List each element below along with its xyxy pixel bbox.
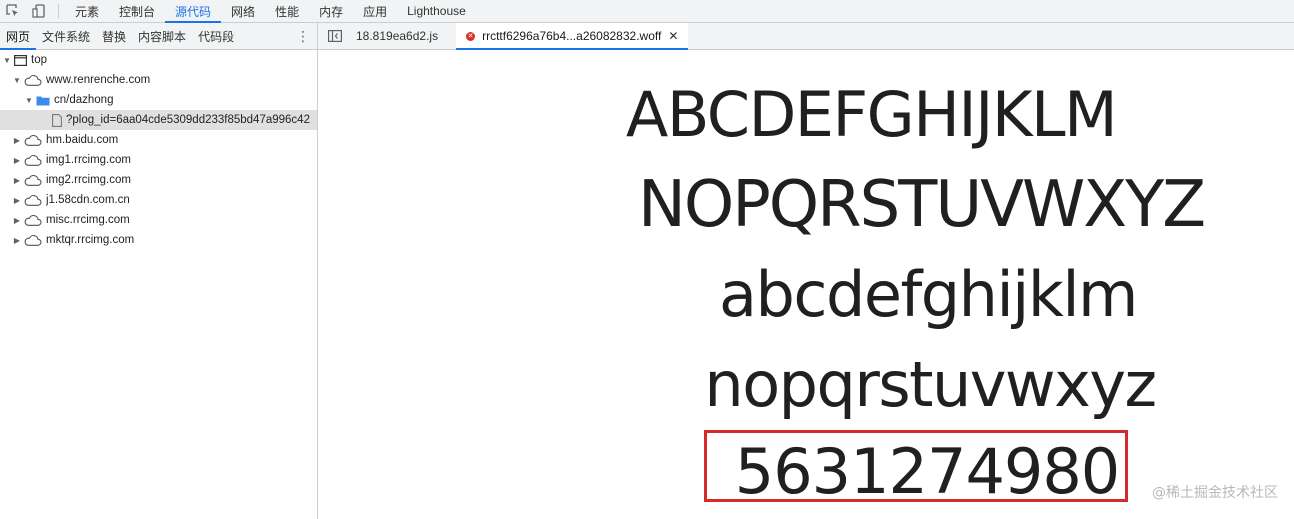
tree-item-folder[interactable]: ▼ cn/dazhong bbox=[0, 90, 317, 110]
tree-item-label: img2.rrcimg.com bbox=[46, 174, 131, 186]
digits-highlight-box bbox=[704, 430, 1128, 502]
tree-item-label: misc.rrcimg.com bbox=[46, 214, 130, 226]
editor-tab-js[interactable]: 18.819ea6d2.js bbox=[352, 23, 448, 49]
editor-tab-woff[interactable]: ✕ rrcttf6296a76b4...a26082832.woff ✕ bbox=[456, 23, 689, 50]
error-icon: ✕ bbox=[466, 31, 476, 41]
inspect-element-icon[interactable] bbox=[0, 0, 26, 22]
preview-lowercase-2: nopqrstuvwxyz bbox=[704, 348, 1157, 421]
tree-item-label: mktqr.rrcimg.com bbox=[46, 234, 135, 246]
navigator-tabs: 网页 文件系统 替换 内容脚本 代码段 ⋮ bbox=[0, 23, 317, 50]
tree-item-label: img1.rrcimg.com bbox=[46, 154, 131, 166]
tree-item-label: hm.baidu.com bbox=[46, 134, 119, 146]
tab-sources[interactable]: 源代码 bbox=[165, 0, 222, 23]
tree-item-domain[interactable]: ▶ hm.baidu.com bbox=[0, 130, 317, 150]
nav-tab-content-scripts[interactable]: 内容脚本 bbox=[132, 23, 192, 49]
preview-uppercase-1: ABCDEFGHIJKLM bbox=[625, 78, 1118, 151]
toolbar-divider bbox=[58, 4, 59, 18]
cloud-icon bbox=[24, 214, 42, 226]
tree-item-domain[interactable]: ▼ www.renrenche.com bbox=[0, 70, 317, 90]
collapsed-arrow-icon[interactable]: ▶ bbox=[12, 196, 22, 205]
nav-tab-page[interactable]: 网页 bbox=[0, 23, 37, 50]
nav-tab-filesystem[interactable]: 文件系统 bbox=[36, 23, 96, 49]
tab-lighthouse[interactable]: Lighthouse bbox=[397, 0, 476, 22]
devtools-toolbar: 元素 控制台 源代码 网络 性能 内存 应用 Lighthouse bbox=[0, 0, 1294, 23]
cloud-icon bbox=[24, 234, 42, 246]
close-tab-icon[interactable]: ✕ bbox=[668, 29, 678, 43]
tree-item-file[interactable]: ?plog_id=6aa04cde5309dd233f85bd47a996c42 bbox=[0, 110, 317, 130]
device-toolbar-icon[interactable] bbox=[26, 0, 52, 22]
editor-tab-label: 18.819ea6d2.js bbox=[356, 29, 439, 43]
preview-lowercase-1: abcdefghijklm bbox=[719, 258, 1138, 331]
expanded-arrow-icon[interactable]: ▼ bbox=[2, 56, 12, 65]
nav-tab-snippets[interactable]: 代码段 bbox=[192, 23, 240, 49]
collapsed-arrow-icon[interactable]: ▶ bbox=[12, 136, 22, 145]
cloud-icon bbox=[24, 194, 42, 206]
tab-memory[interactable]: 内存 bbox=[309, 0, 353, 22]
sources-navigator: 网页 文件系统 替换 内容脚本 代码段 ⋮ ▼ top ▼ www.renren… bbox=[0, 23, 318, 519]
cloud-icon bbox=[24, 134, 42, 146]
collapsed-arrow-icon[interactable]: ▶ bbox=[12, 156, 22, 165]
collapsed-arrow-icon[interactable]: ▶ bbox=[12, 236, 22, 245]
collapsed-arrow-icon[interactable]: ▶ bbox=[12, 176, 22, 185]
editor-tabs: 18.819ea6d2.js ✕ rrcttf6296a76b4...a2608… bbox=[318, 23, 1294, 50]
tab-network[interactable]: 网络 bbox=[221, 0, 265, 22]
tree-item-label: www.renrenche.com bbox=[46, 74, 151, 86]
tab-console[interactable]: 控制台 bbox=[109, 0, 165, 22]
file-icon bbox=[52, 113, 62, 127]
toggle-navigator-icon[interactable] bbox=[318, 23, 352, 49]
tab-application[interactable]: 应用 bbox=[353, 0, 397, 22]
tree-item-domain[interactable]: ▶ img1.rrcimg.com bbox=[0, 150, 317, 170]
tree-item-label: cn/dazhong bbox=[54, 94, 114, 106]
watermark: @稀土掘金技术社区 bbox=[1152, 485, 1278, 501]
frame-icon bbox=[14, 54, 27, 66]
font-preview: ABCDEFGHIJKLM NOPQRSTUVWXYZ abcdefghijkl… bbox=[318, 50, 1294, 519]
tree-item-label: j1.58cdn.com.cn bbox=[46, 194, 130, 206]
collapsed-arrow-icon[interactable]: ▶ bbox=[12, 216, 22, 225]
expanded-arrow-icon[interactable]: ▼ bbox=[12, 76, 22, 85]
tree-item-label: ?plog_id=6aa04cde5309dd233f85bd47a996c42 bbox=[66, 114, 310, 126]
cloud-icon bbox=[24, 174, 42, 186]
tab-elements[interactable]: 元素 bbox=[65, 0, 109, 22]
tab-performance[interactable]: 性能 bbox=[265, 0, 309, 22]
tree-item-label: top bbox=[31, 54, 47, 66]
file-tree: ▼ top ▼ www.renrenche.com ▼ cn/dazhong ?… bbox=[0, 50, 317, 250]
editor-tab-label: rrcttf6296a76b4...a26082832.woff bbox=[482, 29, 662, 43]
tree-item-domain[interactable]: ▶ img2.rrcimg.com bbox=[0, 170, 317, 190]
cloud-icon bbox=[24, 154, 42, 166]
preview-uppercase-2: NOPQRSTUVWXYZ bbox=[637, 168, 1206, 242]
tree-item-top[interactable]: ▼ top bbox=[0, 50, 317, 70]
tree-item-domain[interactable]: ▶ j1.58cdn.com.cn bbox=[0, 190, 317, 210]
expanded-arrow-icon[interactable]: ▼ bbox=[24, 96, 34, 105]
more-options-icon[interactable]: ⋮ bbox=[289, 23, 317, 49]
folder-icon bbox=[36, 95, 50, 106]
cloud-icon bbox=[24, 74, 42, 86]
tree-item-domain[interactable]: ▶ mktqr.rrcimg.com bbox=[0, 230, 317, 250]
nav-tab-overrides[interactable]: 替换 bbox=[96, 23, 132, 49]
tree-item-domain[interactable]: ▶ misc.rrcimg.com bbox=[0, 210, 317, 230]
